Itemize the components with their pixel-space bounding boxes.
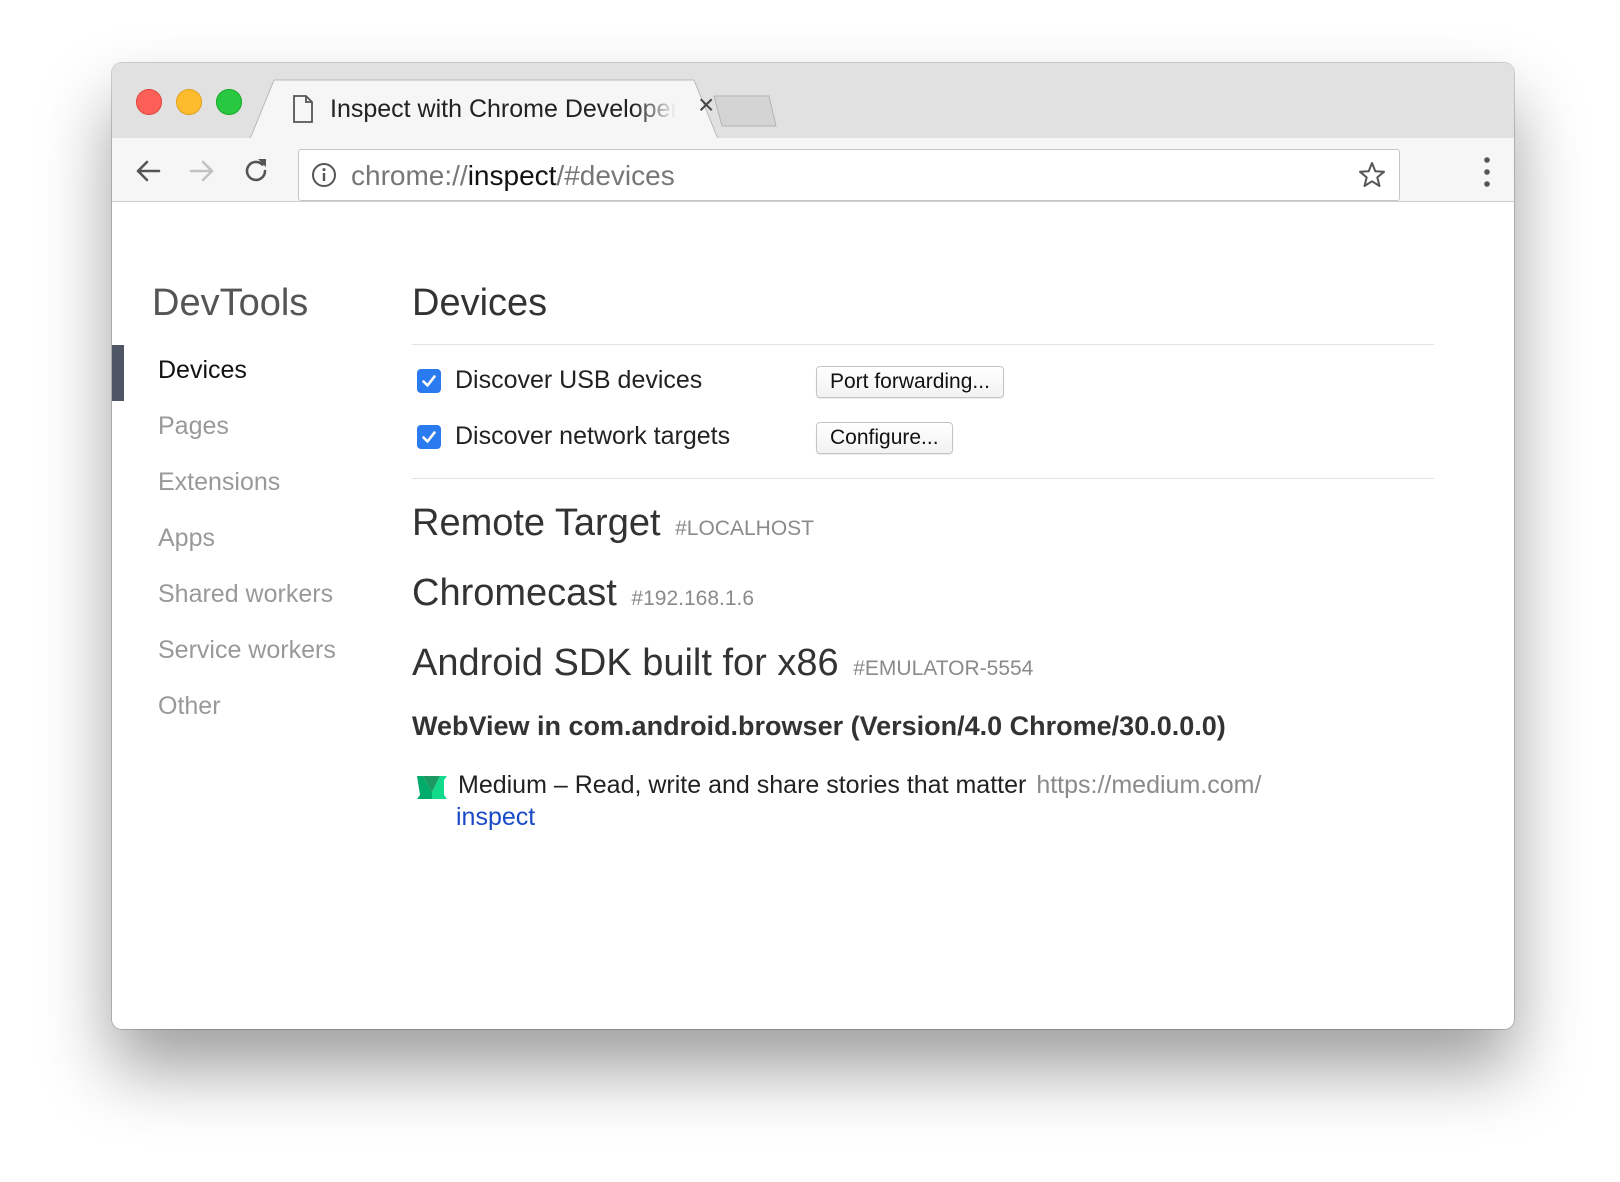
- document-icon: [293, 95, 313, 123]
- device-serial: #EMULATOR-5554: [853, 657, 1034, 680]
- device-name: Chromecast: [412, 572, 617, 614]
- page-target-row: Medium – Read, write and share stories t…: [416, 771, 1261, 800]
- discover-network-checkbox[interactable]: [417, 424, 441, 449]
- address-bar[interactable]: chrome://inspect/#devices: [298, 149, 1400, 201]
- info-icon[interactable]: [311, 162, 337, 188]
- sidebar-item-shared-workers[interactable]: Shared workers: [158, 580, 333, 609]
- sidebar-item-apps[interactable]: Apps: [158, 524, 215, 553]
- divider: [412, 344, 1434, 345]
- tab-close-icon[interactable]: ×: [698, 91, 714, 119]
- tab-content[interactable]: Inspect with Chrome Developer Tools: [292, 81, 712, 137]
- discover-usb-checkbox[interactable]: [417, 368, 441, 393]
- divider: [412, 478, 1434, 479]
- new-tab-button[interactable]: [713, 95, 777, 127]
- bookmark-star-icon[interactable]: [1357, 160, 1387, 190]
- device-name: Android SDK built for x86: [412, 642, 839, 684]
- device-chromecast: Chromecast #192.168.1.6: [412, 572, 754, 615]
- discover-network-option[interactable]: Discover network targets: [417, 422, 730, 451]
- tab-title: Inspect with Chrome Developer Tools: [330, 94, 676, 123]
- active-nav-indicator: [112, 345, 124, 401]
- device-name: Remote Target: [412, 502, 661, 544]
- url-host: inspect: [467, 160, 557, 191]
- forward-icon[interactable]: [186, 155, 218, 187]
- device-android-sdk: Android SDK built for x86 #EMULATOR-5554: [412, 642, 1033, 685]
- page-target-title: Medium – Read, write and share stories t…: [458, 771, 1027, 799]
- sidebar-item-other[interactable]: Other: [158, 692, 221, 721]
- device-serial: #LOCALHOST: [675, 517, 814, 540]
- checkmark-icon: [422, 430, 436, 443]
- configure-button[interactable]: Configure...: [816, 422, 953, 454]
- url-text: chrome://inspect/#devices: [351, 160, 675, 192]
- reload-icon[interactable]: [240, 155, 272, 187]
- discover-network-label: Discover network targets: [455, 422, 731, 450]
- browser-heading: WebView in com.android.browser (Version/…: [412, 711, 1226, 741]
- medium-icon: [417, 776, 447, 799]
- device-serial: #192.168.1.6: [631, 587, 755, 610]
- port-forwarding-button[interactable]: Port forwarding...: [816, 366, 1004, 398]
- menu-dots-icon[interactable]: [1482, 156, 1492, 188]
- checkmark-icon: [422, 374, 436, 387]
- sidebar-item-service-workers[interactable]: Service workers: [158, 636, 336, 665]
- discover-usb-label: Discover USB devices: [455, 366, 703, 394]
- url-scheme: chrome://: [351, 160, 468, 191]
- back-icon[interactable]: [132, 155, 164, 187]
- sidebar-item-pages[interactable]: Pages: [158, 412, 229, 441]
- title-bar: Inspect with Chrome Developer Tools ×: [112, 63, 1514, 139]
- page-title: Devices: [412, 282, 548, 324]
- browser-window: Inspect with Chrome Developer Tools × ch…: [112, 63, 1514, 1029]
- sidebar-brand: DevTools: [152, 282, 309, 324]
- page-content: DevTools Devices Pages Extensions Apps S…: [112, 202, 1514, 1029]
- url-path: /#devices: [556, 160, 675, 191]
- page-target-url: https://medium.com/: [1036, 771, 1262, 799]
- inspect-link[interactable]: inspect: [456, 803, 535, 832]
- sidebar-item-devices[interactable]: Devices: [158, 356, 247, 385]
- sidebar-item-extensions[interactable]: Extensions: [158, 468, 280, 497]
- toolbar: chrome://inspect/#devices: [112, 138, 1514, 202]
- device-remote-target: Remote Target #LOCALHOST: [412, 502, 814, 545]
- discover-usb-option[interactable]: Discover USB devices: [417, 366, 702, 395]
